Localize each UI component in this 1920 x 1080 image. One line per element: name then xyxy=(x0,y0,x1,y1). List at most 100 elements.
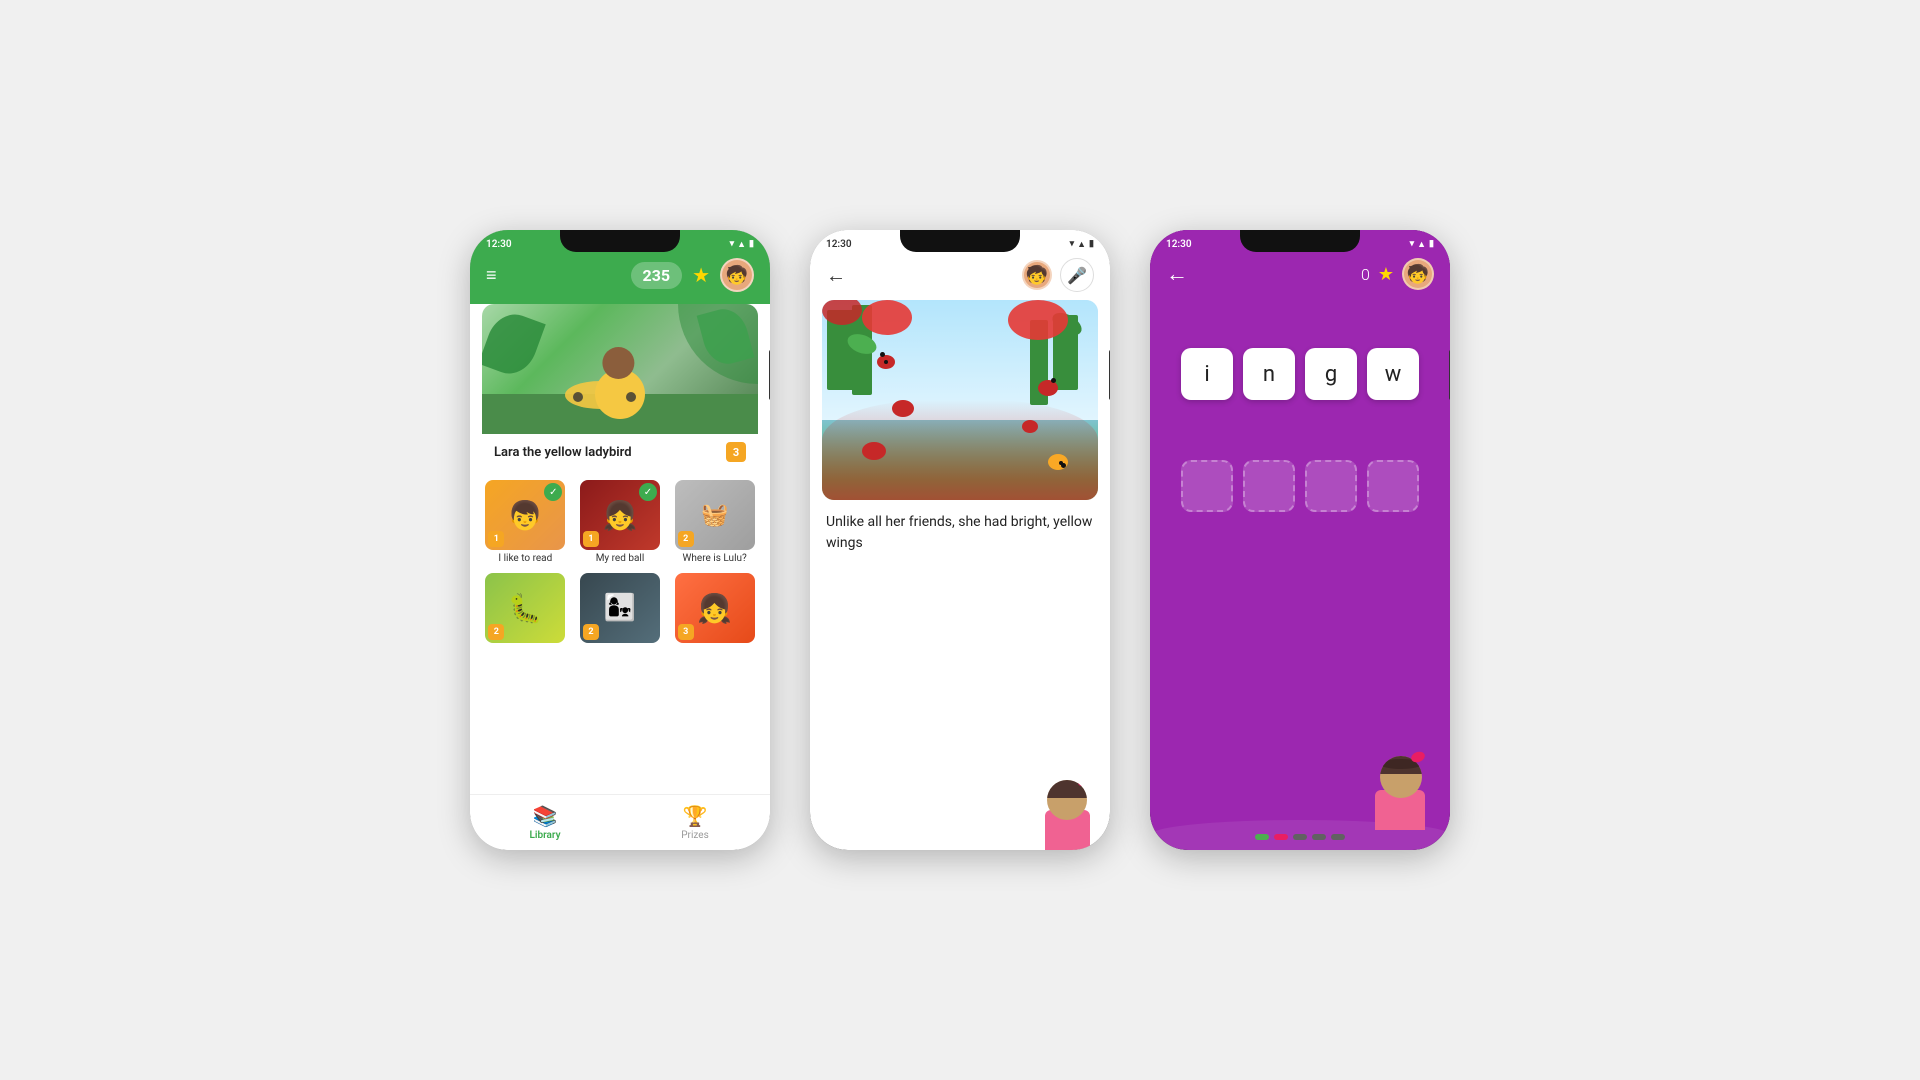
level-badge-5: 2 xyxy=(583,624,599,640)
level-badge-3: 2 xyxy=(678,531,694,547)
book-title-3: Where is Lulu? xyxy=(683,553,747,565)
wifi-icon-2: ▾ xyxy=(1070,239,1075,249)
progress-dot-3 xyxy=(1293,834,1307,840)
status-icons-1: ▾ ▲ ▮ xyxy=(730,239,754,250)
story-image xyxy=(822,300,1098,500)
level-badge-2: 1 xyxy=(583,531,599,547)
phone-quiz: 12:30 ▾ ▲ ▮ ← 0 ★ 🧒 i n xyxy=(1150,230,1450,850)
status-icons-2: ▾ ▲ ▮ xyxy=(1070,239,1094,250)
progress-dot-1 xyxy=(1255,834,1269,840)
letter-tile-w[interactable]: w xyxy=(1367,348,1419,400)
screen-reading: 12:30 ▾ ▲ ▮ ← 🧒 🎤 xyxy=(810,230,1110,850)
book-item-3[interactable]: 🧺 2 Where is Lulu? xyxy=(671,480,758,565)
progress-dots xyxy=(1255,834,1345,840)
book-item-6[interactable]: 👧 3 xyxy=(671,573,758,646)
quiz-header: ← 0 ★ 🧒 xyxy=(1150,254,1450,298)
app-header-1: ≡ 235 ★ 🧒 xyxy=(470,254,770,304)
book-thumb-2: 👧 ✓ 1 xyxy=(580,480,660,550)
status-bar-2: 12:30 ▾ ▲ ▮ xyxy=(810,230,1110,254)
signal-icon-2: ▲ xyxy=(1077,239,1086,250)
answer-slot-3[interactable] xyxy=(1305,460,1357,512)
answer-slot-1[interactable] xyxy=(1181,460,1233,512)
status-bar-1: 12:30 ▾ ▲ ▮ xyxy=(470,230,770,254)
status-time-3: 12:30 xyxy=(1166,239,1192,250)
book-item-1[interactable]: 👦 ✓ 1 I like to read xyxy=(482,480,569,565)
back-button[interactable]: ← xyxy=(826,263,846,288)
completed-badge-2: ✓ xyxy=(639,483,657,501)
reading-header: ← 🧒 🎤 xyxy=(810,254,1110,300)
featured-title-text: Lara the yellow ladybird xyxy=(494,445,632,460)
book-item-4[interactable]: 🐛 2 xyxy=(482,573,569,646)
featured-title-area: Lara the yellow ladybird 3 xyxy=(482,434,758,470)
quiz-star-icon: ★ xyxy=(1378,264,1394,285)
nav-library[interactable]: 📚 Library xyxy=(470,795,620,850)
answer-slots-row xyxy=(1150,420,1450,532)
letter-tiles-row: i n g w xyxy=(1150,298,1450,420)
ladybug-scene xyxy=(822,300,1098,500)
letter-w: w xyxy=(1385,362,1402,387)
star-icon: ★ xyxy=(692,263,710,287)
progress-dot-4 xyxy=(1312,834,1326,840)
progress-dot-5 xyxy=(1331,834,1345,840)
status-icons-3: ▾ ▲ ▮ xyxy=(1410,239,1434,250)
letter-tile-g[interactable]: g xyxy=(1305,348,1357,400)
prizes-icon: 🏆 xyxy=(683,804,708,828)
book-scene xyxy=(482,304,758,434)
battery-icon-3: ▮ xyxy=(1429,239,1434,249)
nav-library-label: Library xyxy=(529,830,560,841)
level-badge-4: 2 xyxy=(488,624,504,640)
answer-slot-4[interactable] xyxy=(1367,460,1419,512)
letter-tile-n[interactable]: n xyxy=(1243,348,1295,400)
book-title-1: I like to read xyxy=(498,553,552,565)
book-item-5[interactable]: 👩‍👧 2 xyxy=(577,573,664,646)
quiz-character xyxy=(1365,740,1435,830)
book-title-2: My red ball xyxy=(596,553,645,565)
featured-level-badge: 3 xyxy=(726,442,746,462)
wifi-icon: ▾ xyxy=(730,239,735,249)
library-icon: 📚 xyxy=(533,804,558,828)
nav-prizes[interactable]: 🏆 Prizes xyxy=(620,795,770,850)
wifi-icon-3: ▾ xyxy=(1410,239,1415,249)
mic-button[interactable]: 🎤 xyxy=(1060,258,1094,292)
signal-icon: ▲ xyxy=(737,239,746,250)
letter-tile-i[interactable]: i xyxy=(1181,348,1233,400)
phone-reading: 12:30 ▾ ▲ ▮ ← 🧒 🎤 xyxy=(810,230,1110,850)
quiz-score-area: 0 ★ 🧒 xyxy=(1361,258,1434,290)
screen-quiz: 12:30 ▾ ▲ ▮ ← 0 ★ 🧒 i n xyxy=(1150,230,1450,850)
signal-icon-3: ▲ xyxy=(1417,239,1426,250)
quiz-avatar: 🧒 xyxy=(1402,258,1434,290)
featured-book[interactable]: Lara the yellow ladybird 3 xyxy=(482,304,758,470)
battery-icon: ▮ xyxy=(749,239,754,249)
level-badge-6: 3 xyxy=(678,624,694,640)
book-thumb-4: 🐛 2 xyxy=(485,573,565,643)
menu-button[interactable]: ≡ xyxy=(486,265,497,286)
user-avatar[interactable]: 🧒 xyxy=(720,258,754,292)
battery-icon-2: ▮ xyxy=(1089,239,1094,249)
score-display: 235 xyxy=(631,262,683,289)
featured-book-image xyxy=(482,304,758,434)
status-time-2: 12:30 xyxy=(826,239,852,250)
reading-character xyxy=(1035,765,1100,850)
book-thumb-3: 🧺 2 xyxy=(675,480,755,550)
header-icons: 🧒 🎤 xyxy=(1022,258,1094,292)
letter-g: g xyxy=(1325,362,1337,387)
book-item-2[interactable]: 👧 ✓ 1 My red ball xyxy=(577,480,664,565)
letter-i: i xyxy=(1204,362,1209,387)
book-thumb-5: 👩‍👧 2 xyxy=(580,573,660,643)
status-time-1: 12:30 xyxy=(486,239,512,250)
quiz-score: 0 xyxy=(1361,265,1370,284)
user-avatar-2: 🧒 xyxy=(1022,260,1052,290)
bottom-nav: 📚 Library 🏆 Prizes xyxy=(470,794,770,850)
book-grid: 👦 ✓ 1 I like to read 👧 ✓ 1 My red ball 🧺 xyxy=(470,480,770,646)
screen-library: 12:30 ▾ ▲ ▮ ≡ 235 ★ 🧒 xyxy=(470,230,770,850)
level-badge-1: 1 xyxy=(488,531,504,547)
quiz-back-button[interactable]: ← xyxy=(1166,261,1188,287)
book-thumb-1: 👦 ✓ 1 xyxy=(485,480,565,550)
progress-dot-2 xyxy=(1274,834,1288,840)
status-bar-3: 12:30 ▾ ▲ ▮ xyxy=(1150,230,1450,254)
phone-library: 12:30 ▾ ▲ ▮ ≡ 235 ★ 🧒 xyxy=(470,230,770,850)
book-thumb-6: 👧 3 xyxy=(675,573,755,643)
nav-prizes-label: Prizes xyxy=(681,830,708,841)
story-text: Unlike all her friends, she had bright, … xyxy=(810,500,1110,566)
answer-slot-2[interactable] xyxy=(1243,460,1295,512)
